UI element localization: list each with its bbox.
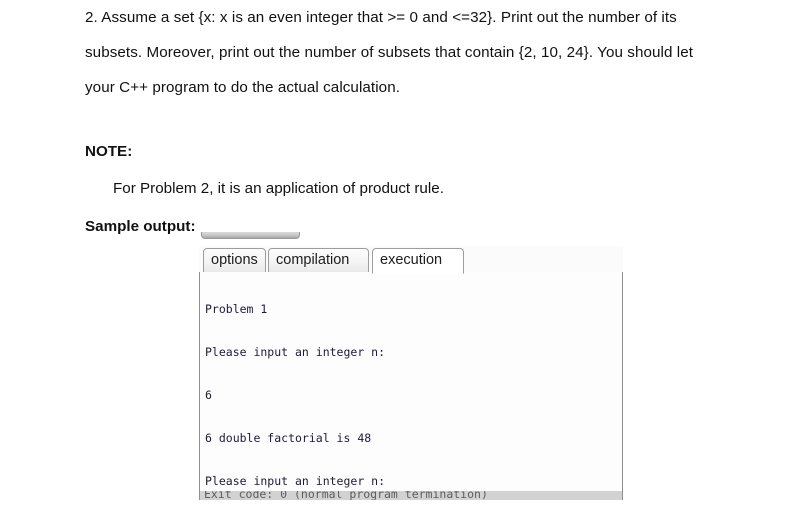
console-tabstrip: options compilation execution <box>199 246 623 274</box>
console-panel: options compilation execution Problem 1 … <box>199 232 623 500</box>
exit-status-bar: Exit code: 0 (normal program termination… <box>200 491 622 500</box>
tab-execution[interactable]: execution <box>372 248 464 274</box>
console-line: Please input an integer n: <box>205 344 386 359</box>
exit-status-background: Exit code: 0 (normal program termination… <box>200 491 622 500</box>
console-line: 6 double factorial is 48 <box>205 430 372 445</box>
note-label: NOTE: <box>85 143 133 160</box>
toolbar-bar-shape <box>201 232 300 239</box>
console-output-area[interactable]: Problem 1 Please input an integer n: 6 6… <box>199 272 623 500</box>
console-line: Please input an integer n: <box>205 473 386 488</box>
console-line: 6 <box>205 387 212 402</box>
document-body: 2. Assume a set {x: x is an even integer… <box>85 0 725 237</box>
console-line: Problem 1 <box>205 301 268 316</box>
tab-compilation[interactable]: compilation <box>268 248 369 273</box>
problem-statement-paragraph: 2. Assume a set {x: x is an even integer… <box>85 9 694 96</box>
console-output-text: Problem 1 Please input an integer n: 6 6… <box>205 273 572 500</box>
exit-status-text: Exit code: 0 (normal program termination… <box>204 491 488 500</box>
tab-options[interactable]: options <box>203 248 266 273</box>
toolbar-clipped-bar <box>201 232 300 240</box>
note-body-text: For Problem 2, it is an application of p… <box>113 180 444 197</box>
